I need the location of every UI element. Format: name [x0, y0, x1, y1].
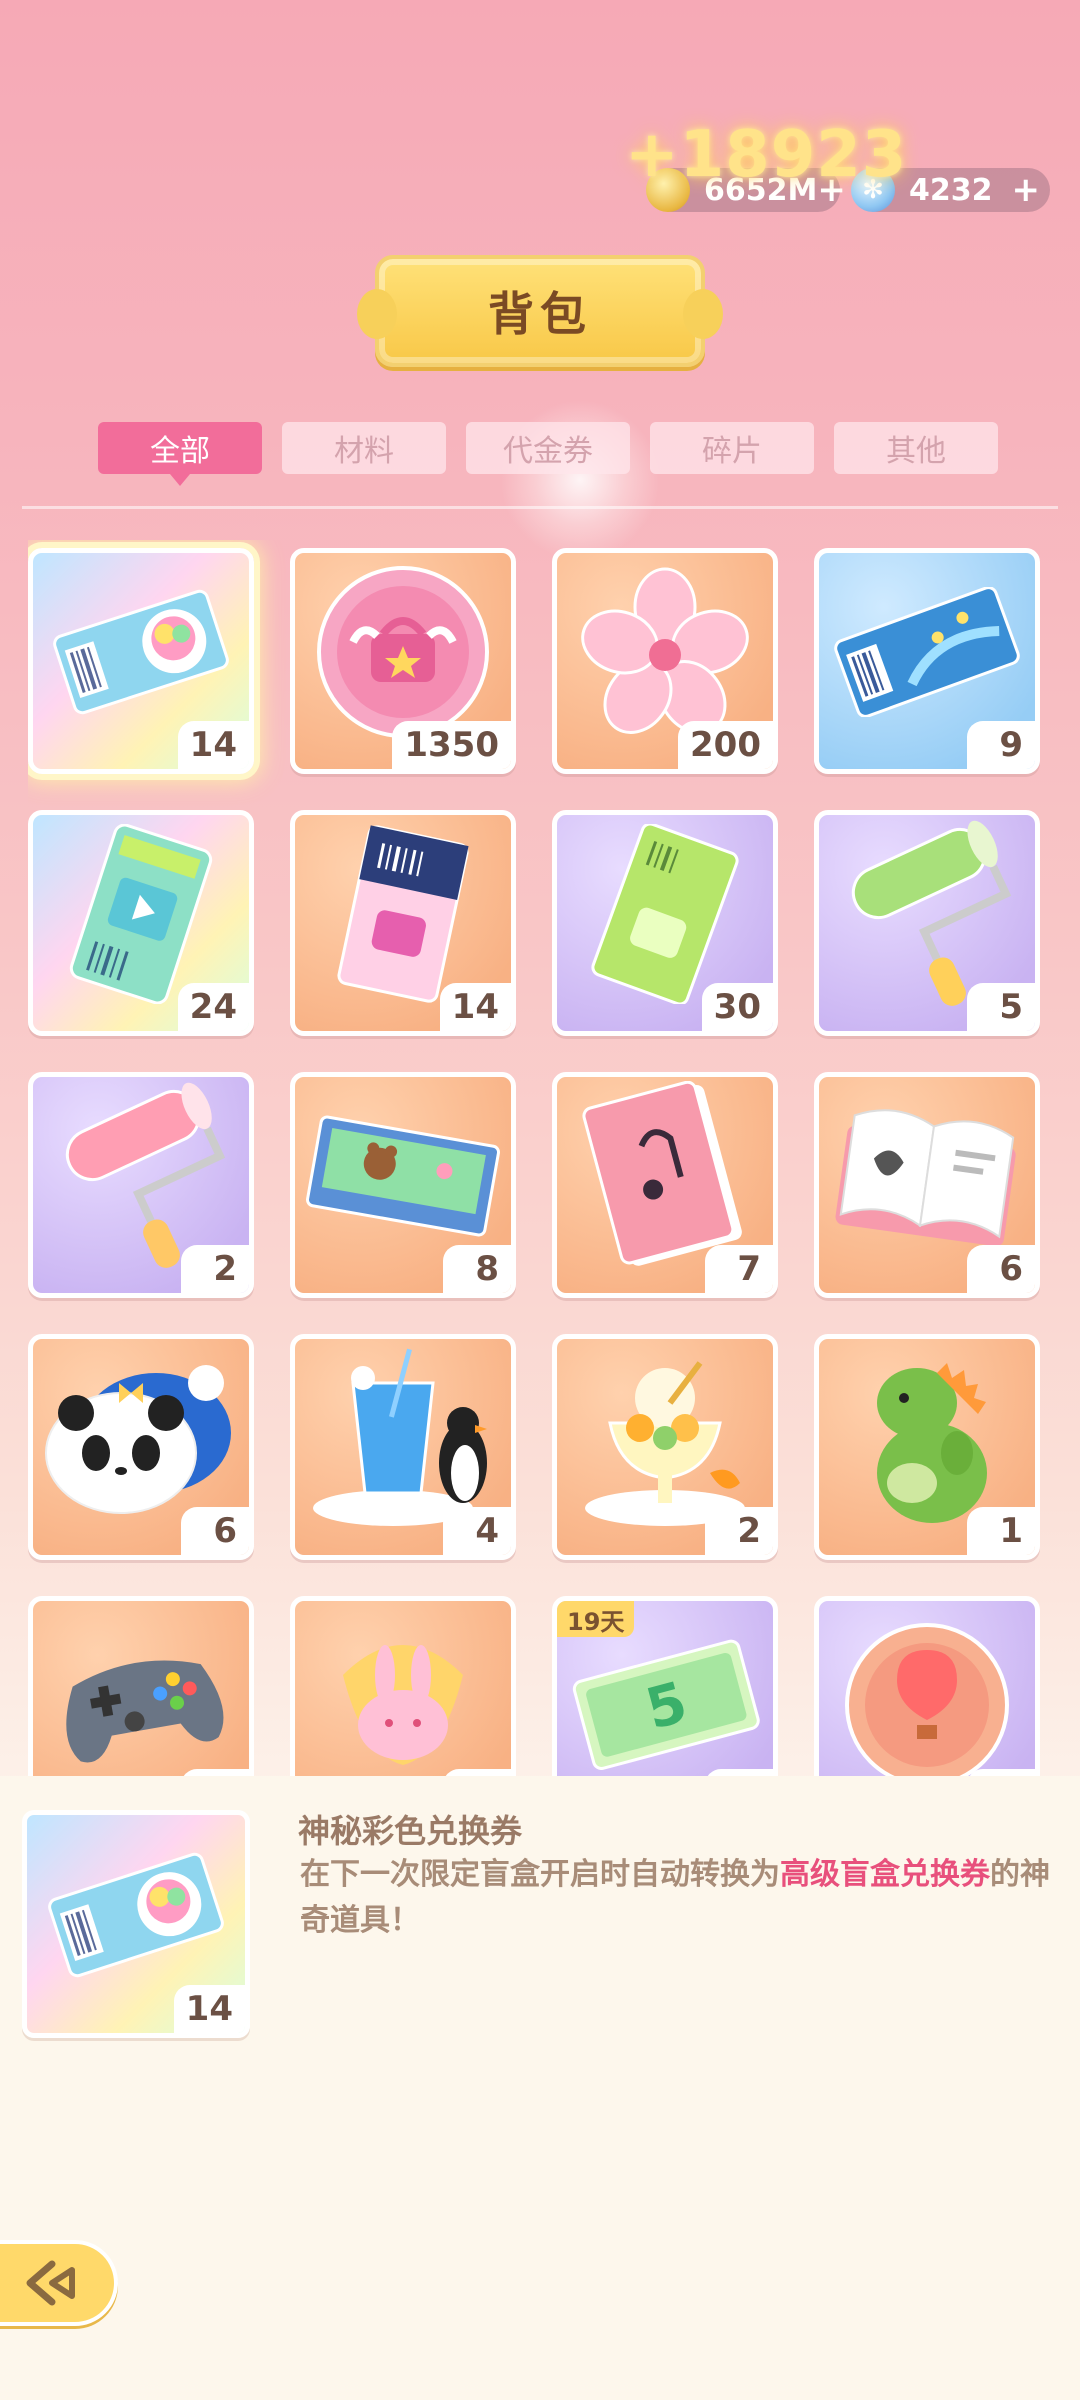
- item-slot[interactable]: 1: [814, 1334, 1040, 1560]
- selected-item-thumbnail: 14: [22, 1810, 250, 2038]
- pink-paint-roller-icon: [46, 1081, 236, 1271]
- dark-ticket-icon: [328, 824, 478, 1004]
- item-slot[interactable]: 4: [290, 1334, 516, 1560]
- puzzle-box-icon: [303, 1106, 503, 1246]
- item-count: 14: [177, 721, 249, 769]
- item-count: 14: [173, 1985, 245, 2033]
- item-count: 5: [967, 983, 1035, 1031]
- blue-drink-penguin-icon: [303, 1343, 503, 1533]
- item-count: 7: [705, 1245, 773, 1293]
- item-slot[interactable]: [28, 1596, 254, 1776]
- tab-others[interactable]: 其他: [834, 422, 998, 474]
- item-count: [705, 1769, 773, 1776]
- tab-all[interactable]: 全部: [98, 422, 262, 486]
- item-slot[interactable]: 19天 5: [552, 1596, 778, 1776]
- page-title: 背包: [488, 287, 592, 341]
- item-count: [181, 1769, 249, 1776]
- selected-item-description: 在下一次限定盲盒开启时自动转换为高级盲盒兑换券的神奇道具！: [300, 1852, 1070, 1944]
- item-slot[interactable]: 24: [28, 810, 254, 1036]
- bunny-candy-icon: [313, 1615, 493, 1776]
- green-ticket-icon: [590, 824, 740, 1005]
- inventory-scroll-area[interactable]: 14 1350 200 9 24 14 30 5 2 8 7 6 6 4 2 1…: [28, 540, 1052, 1776]
- coloring-book-icon: [827, 1096, 1027, 1256]
- music-book-icon: [580, 1081, 750, 1271]
- item-slot[interactable]: [814, 1596, 1040, 1776]
- item-detail-panel: 14 神秘彩色兑换券 在下一次限定盲盒开启时自动转换为高级盲盒兑换券的神奇道具！: [0, 1776, 1080, 2400]
- back-arrow-icon: [26, 2260, 75, 2306]
- item-count: 1: [967, 1507, 1035, 1555]
- item-count: 2: [181, 1245, 249, 1293]
- sale-coupon-icon: 5: [570, 1630, 760, 1771]
- item-slot[interactable]: 30: [552, 810, 778, 1036]
- item-slot[interactable]: 2: [28, 1072, 254, 1298]
- item-slot[interactable]: [290, 1596, 516, 1776]
- floating-gain-text: +18923: [625, 118, 908, 192]
- balloon-medal-icon: [837, 1610, 1017, 1776]
- tab-bar: 全部 材料 代金券 碎片 其他: [98, 422, 998, 486]
- item-count: 14: [439, 983, 511, 1031]
- item-slot[interactable]: 1350: [290, 548, 516, 774]
- item-count: 6: [181, 1507, 249, 1555]
- green-dinosaur-icon: [842, 1343, 1012, 1533]
- fruit-parfait-icon: [570, 1343, 760, 1533]
- description-text: 在下一次限定盲盒开启时自动转换为: [300, 1857, 780, 1892]
- tab-materials[interactable]: 材料: [282, 422, 446, 474]
- item-slot[interactable]: 8: [290, 1072, 516, 1298]
- item-count: 24: [177, 983, 249, 1031]
- item-slot[interactable]: 2: [552, 1334, 778, 1560]
- green-paint-roller-icon: [832, 819, 1022, 1009]
- item-slot[interactable]: 9: [814, 548, 1040, 774]
- item-count: 30: [701, 983, 773, 1031]
- item-slot[interactable]: 14: [28, 548, 254, 774]
- sakura-flower-icon: [580, 567, 750, 737]
- divider: [22, 506, 1058, 509]
- selected-item-name: 神秘彩色兑换券: [298, 1812, 523, 1850]
- item-slot[interactable]: 6: [28, 1334, 254, 1560]
- item-count: 8: [443, 1245, 511, 1293]
- pink-badge-coin-icon: [313, 562, 493, 742]
- rainbow-ticket-icon: [46, 1850, 226, 1980]
- item-slot[interactable]: 200: [552, 548, 778, 774]
- gem-amount: 4232: [909, 172, 993, 208]
- tab-vouchers[interactable]: 代金券: [466, 422, 630, 474]
- item-count: 4: [443, 1507, 511, 1555]
- item-slot[interactable]: 6: [814, 1072, 1040, 1298]
- description-highlight: 高级盲盒兑换券: [780, 1857, 990, 1892]
- game-controller-icon: [46, 1635, 236, 1765]
- video-ticket-icon: [66, 824, 216, 1005]
- item-count: [443, 1769, 511, 1776]
- item-count: 9: [967, 721, 1035, 769]
- title-plaque: 背包: [357, 255, 723, 367]
- item-count: 6: [967, 1245, 1035, 1293]
- panda-cushion-icon: [41, 1353, 241, 1523]
- item-count: 2: [705, 1507, 773, 1555]
- rainbow-ticket-icon: [51, 587, 231, 717]
- item-count: 200: [678, 721, 773, 769]
- item-slot[interactable]: 5: [814, 810, 1040, 1036]
- item-count: 1350: [392, 721, 511, 769]
- item-slot[interactable]: 7: [552, 1072, 778, 1298]
- blue-ticket-icon: [832, 587, 1022, 718]
- item-count: [967, 1769, 1035, 1776]
- back-button[interactable]: [0, 2240, 118, 2326]
- item-slot[interactable]: 14: [290, 810, 516, 1036]
- inventory-grid: 14 1350 200 9 24 14 30 5 2 8 7 6 6 4 2 1…: [28, 540, 1052, 1776]
- tab-fragments[interactable]: 碎片: [650, 422, 814, 474]
- add-gem-button[interactable]: +: [1012, 173, 1041, 207]
